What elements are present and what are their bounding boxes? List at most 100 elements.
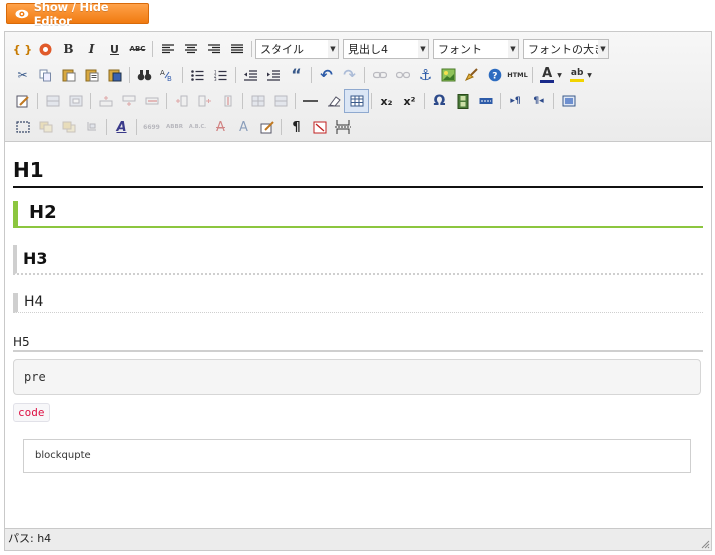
copy-button[interactable] [34, 64, 57, 86]
anchor-button[interactable]: ⚓ [414, 64, 437, 86]
heading-4[interactable]: H4 [13, 293, 703, 313]
horizontal-rule-button[interactable] [299, 90, 322, 112]
table-button[interactable] [344, 89, 369, 113]
delete-col-button[interactable] [216, 90, 239, 112]
highlight-color-icon: ab [570, 68, 585, 82]
special-char-button[interactable]: Ω [428, 90, 451, 112]
move-backward-button[interactable] [57, 116, 80, 138]
col-after-button[interactable] [193, 90, 216, 112]
template-variable-button[interactable]: { } [11, 38, 34, 60]
heading-2[interactable]: H2 [13, 201, 703, 228]
layer-icon [46, 95, 59, 107]
cleanup-button[interactable] [460, 64, 483, 86]
style-select[interactable]: スタイル ▼ [255, 39, 339, 59]
chevron-down-icon: ▼ [587, 71, 592, 79]
unlink-button[interactable] [391, 64, 414, 86]
edit-css-button[interactable] [11, 90, 34, 112]
move-forward-button[interactable] [34, 116, 57, 138]
show-blocks-button[interactable]: ¶ [285, 116, 308, 138]
row-after-button[interactable] [117, 90, 140, 112]
plugin-button[interactable] [34, 38, 57, 60]
heading-5[interactable]: H5 [13, 335, 703, 352]
link-button[interactable] [368, 64, 391, 86]
find-button[interactable] [133, 64, 156, 86]
underline-button[interactable]: U [103, 38, 126, 60]
replace-button[interactable]: AB [156, 64, 179, 86]
col-before-button[interactable] [170, 90, 193, 112]
attribs-button[interactable] [255, 116, 278, 138]
superscript-button[interactable]: x² [398, 90, 421, 112]
rtl-button[interactable]: ¶◂ [527, 90, 550, 112]
subscript-button[interactable]: x₂ [375, 90, 398, 112]
acronym-button[interactable]: A.B.C. [186, 116, 209, 138]
html-source-button[interactable]: HTML [506, 64, 529, 86]
heading-1[interactable]: H1 [13, 158, 703, 188]
toolbar-row-2: ✂ AB 123 “ ↶ ↷ ⚓ ? HTML A ▼ ab ▼ [11, 64, 596, 86]
undo-button[interactable]: ↶ [315, 64, 338, 86]
inline-code[interactable]: code [13, 403, 50, 422]
outdent-button[interactable] [239, 64, 262, 86]
align-left-button[interactable] [156, 38, 179, 60]
move-forward-icon [39, 121, 52, 133]
font-color-button[interactable]: A ▼ [536, 64, 566, 86]
preformatted-block[interactable]: pre [13, 359, 701, 395]
cite-button[interactable]: 6699 [140, 116, 163, 138]
delete-row-icon [145, 97, 158, 105]
paste-text-button[interactable] [80, 64, 103, 86]
blockquote-button[interactable]: “ [285, 64, 308, 86]
bulleted-list-button[interactable] [186, 64, 209, 86]
absolute-button[interactable] [80, 116, 103, 138]
element-path[interactable]: パス: h4 [8, 532, 51, 545]
toolbar-separator [251, 41, 252, 57]
rtl-icon: ¶◂ [533, 96, 544, 106]
align-center-button[interactable] [179, 38, 202, 60]
font-select[interactable]: フォント ▼ [433, 39, 519, 59]
merge-cells-button[interactable] [269, 90, 292, 112]
fullscreen-button[interactable] [557, 90, 580, 112]
font-size-select[interactable]: フォントの大き ▼ [523, 39, 609, 59]
align-right-button[interactable] [202, 38, 225, 60]
justify-button[interactable] [225, 38, 248, 60]
editor-content-area[interactable]: H1 H2 H3 H4 H5 pre code blockqupte [5, 143, 711, 528]
resize-handle-icon[interactable] [701, 540, 710, 549]
scissors-icon: ✂ [17, 68, 28, 82]
show-hide-editor-button[interactable]: Show / Hide Editor [6, 0, 149, 28]
redo-icon: ↷ [343, 65, 356, 84]
nonbreaking-button[interactable] [308, 116, 331, 138]
help-button[interactable]: ? [483, 64, 506, 86]
row-before-button[interactable] [94, 90, 117, 112]
ltr-button[interactable]: ▸¶ [504, 90, 527, 112]
image-button[interactable] [437, 64, 460, 86]
styleprops-button[interactable]: A [110, 116, 133, 138]
visual-aid-icon [15, 121, 30, 133]
puzzle-icon [39, 43, 52, 55]
numbered-list-button[interactable]: 123 [209, 64, 232, 86]
delete-row-button[interactable] [140, 90, 163, 112]
font-color-icon: A [540, 67, 555, 83]
remove-format-button[interactable] [322, 90, 345, 112]
italic-button[interactable]: I [80, 38, 103, 60]
del-button[interactable]: A [209, 116, 232, 138]
strikethrough-button[interactable]: ABC [126, 38, 149, 60]
insert-layer-button[interactable] [41, 90, 64, 112]
indent-button[interactable] [262, 64, 285, 86]
abbr-button[interactable]: ABBR [163, 116, 186, 138]
page-break-button[interactable] [331, 116, 354, 138]
table-icon [350, 95, 363, 107]
blockquote-block[interactable]: blockqupte [23, 439, 691, 473]
cut-button[interactable]: ✂ [11, 64, 34, 86]
highlight-color-button[interactable]: ab ▼ [566, 64, 596, 86]
paste-word-button[interactable] [103, 64, 126, 86]
media-button[interactable] [451, 90, 474, 112]
bold-button[interactable]: B [57, 38, 80, 60]
toolbar-separator [90, 93, 91, 109]
pagebreak-button[interactable] [474, 90, 497, 112]
format-select[interactable]: 見出し4 ▼ [343, 39, 429, 59]
split-cells-button[interactable] [246, 90, 269, 112]
layer-props-button[interactable] [64, 90, 87, 112]
redo-button[interactable]: ↷ [338, 64, 361, 86]
heading-3[interactable]: H3 [13, 245, 703, 275]
visual-aid-button[interactable] [11, 116, 34, 138]
paste-button[interactable] [57, 64, 80, 86]
ins-button[interactable]: A [232, 116, 255, 138]
